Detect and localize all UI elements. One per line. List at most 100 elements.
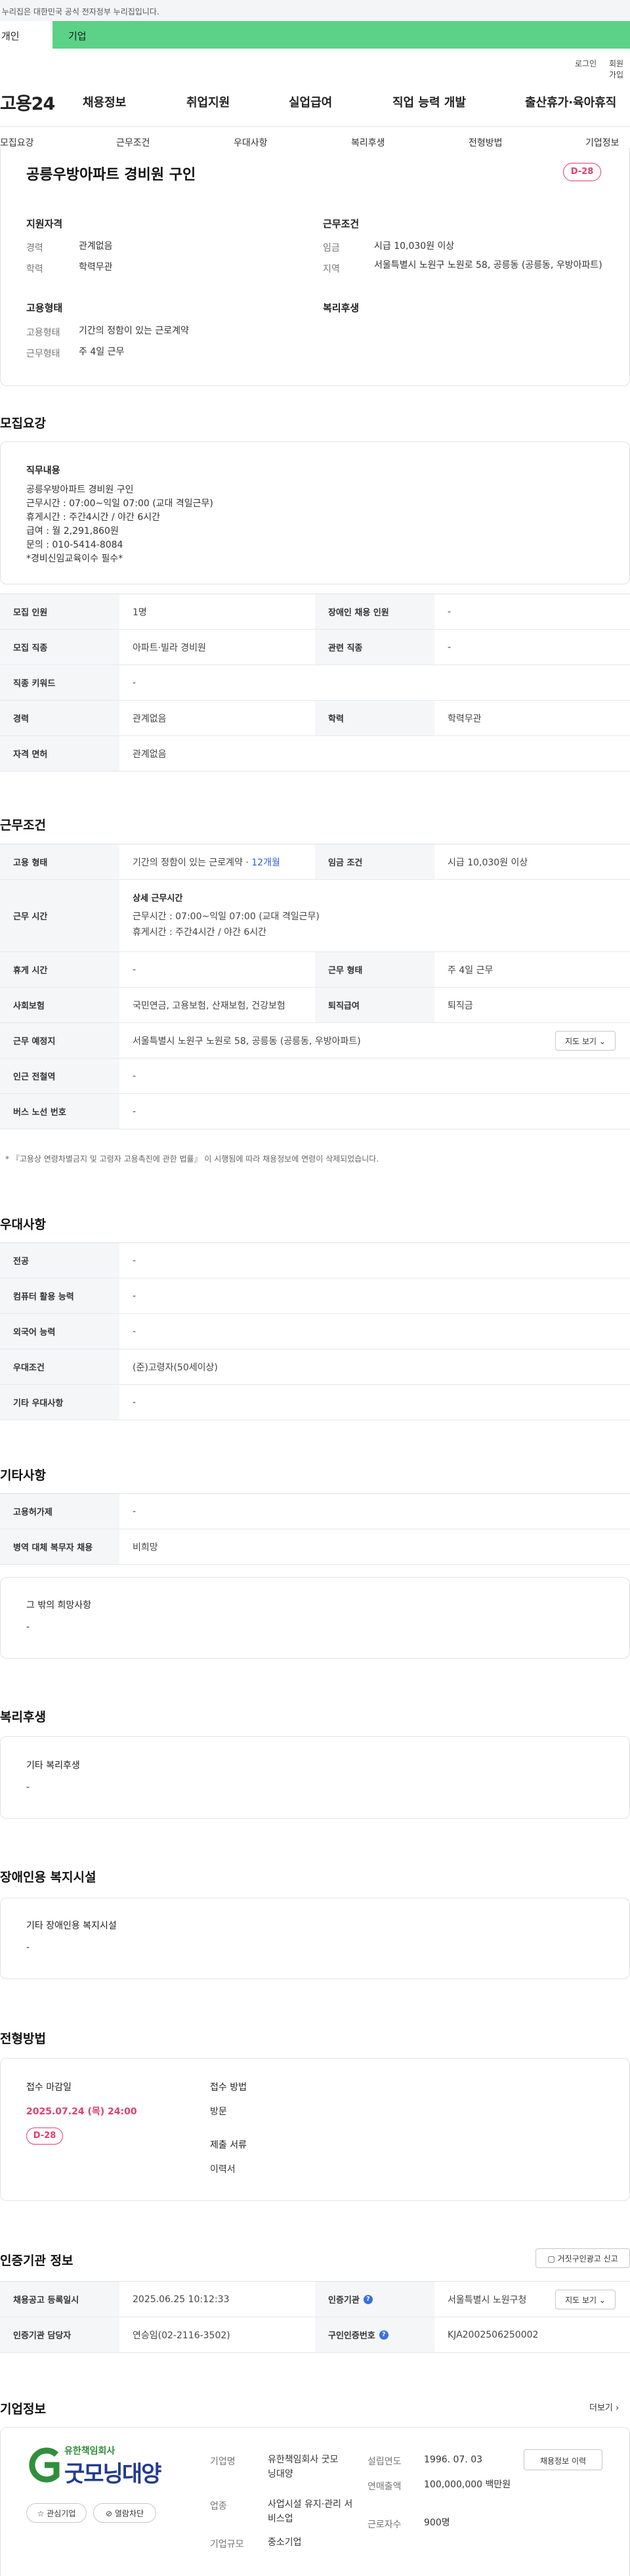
company-val-founded: 1996. 07. 03 <box>424 2455 483 2465</box>
site-logo[interactable]: 고용24 <box>0 89 55 115</box>
map-view-button[interactable]: 지도 보기 ⌄ <box>555 1031 616 1051</box>
cond-key-wage: 임금 <box>323 243 340 253</box>
disability-value: - <box>26 1942 30 1953</box>
dday-badge: D-28 <box>563 163 601 181</box>
duty-label: 직무내용 <box>26 466 60 476</box>
gnb-employment-support[interactable]: 취업지원 <box>186 93 230 110</box>
header-divider <box>0 126 630 127</box>
td-headcount: 1명 <box>133 607 147 618</box>
th-other-preference: 기타 우대사항 <box>0 1385 119 1420</box>
gnb-jobs[interactable]: 채용정보 <box>83 93 126 110</box>
th-work-hours: 근무 시간 <box>0 880 119 951</box>
td-computer: - <box>133 1290 136 1301</box>
cond-key-region: 지역 <box>323 264 340 274</box>
agency-map-button[interactable]: 지도 보기 ⌄ <box>555 2290 616 2309</box>
td-work-permit: - <box>133 1506 136 1517</box>
table-row: 사회보험 국민연금, 고용보험, 산재보험, 건강보험 퇴직급여 퇴직금 <box>0 988 630 1023</box>
favorite-company-button[interactable]: ☆ 관심기업 <box>26 2503 87 2523</box>
company-more-link[interactable]: 더보기 › <box>589 2401 619 2413</box>
selection-box <box>0 2058 630 2201</box>
company-key-employees: 근로자수 <box>368 2520 402 2530</box>
snav-welfare[interactable]: 복리후생 <box>351 136 385 149</box>
company-val-name: 유한책임회사 굿모닝대양 <box>268 2455 339 2479</box>
etc-section-title: 기타사항 <box>0 1468 46 1483</box>
deadline-label: 접수 마감일 <box>26 2082 72 2093</box>
td-work-place: 서울특별시 노원구 노원로 58, 공릉동 (공릉동, 우방아파트) <box>133 1036 361 1047</box>
work-table: 고용 형태 기간의 정함이 있는 근로계약 · 12개월 임금 조건 시급 10… <box>0 844 630 1129</box>
th-major: 전공 <box>0 1243 119 1278</box>
table-row: 직종 키워드 - <box>0 665 630 701</box>
cond-val-region: 서울특별시 노원구 노원로 58, 공릉동 (공릉동, 우방아파트) <box>374 260 602 271</box>
login-link[interactable]: 로그인 <box>575 58 597 69</box>
th-agency-manager: 인증기관 담당자 <box>0 2317 119 2352</box>
info-icon[interactable]: ? <box>363 2294 373 2304</box>
company-logo-main: 굿모닝대양 <box>64 2461 161 2487</box>
td-disabled-headcount: - <box>448 606 452 617</box>
agency-table: 채용공고 등록일시 2025.06.25 10:12:33 인증기관? 서울특별… <box>0 2281 630 2353</box>
emp-val-shape: 주 4일 근무 <box>79 347 125 357</box>
qual-key-education: 학력 <box>26 264 43 274</box>
company-key-size: 기업규모 <box>210 2539 244 2550</box>
td-career: 관계없음 <box>133 713 167 724</box>
hours-detail-label: 상세 근무시간 <box>133 894 183 904</box>
gnb-vocational-training[interactable]: 직업 능력 개발 <box>392 93 466 110</box>
welfare-heading: 복리후생 <box>323 302 360 314</box>
td-work-hours: 상세 근무시간 근무시간 : 07:00~익일 07:00 (교대 격일근무) … <box>119 880 630 951</box>
report-false-ad-label: 거짓구인광고 신고 <box>557 2254 618 2263</box>
snav-selection[interactable]: 전형방법 <box>469 136 503 149</box>
snav-recruit[interactable]: 모집요강 <box>0 136 34 149</box>
td-severance: 퇴직금 <box>448 1000 473 1011</box>
disability-section-title: 장애인용 복지시설 <box>0 1870 96 1885</box>
signup-link[interactable]: 회원가입 <box>609 58 630 80</box>
th-work-place: 근무 예정지 <box>0 1023 119 1058</box>
recruit-section-title: 모집요강 <box>0 416 46 431</box>
td-work-shape: 주 4일 근무 <box>448 965 494 976</box>
td-subway: - <box>133 1070 136 1081</box>
duty-text: 공릉우방아파트 경비원 구인 근무시간 : 07:00~익일 07:00 (교대… <box>26 485 213 564</box>
report-false-ad-button[interactable]: ▢ 거짓구인광고 신고 <box>536 2248 630 2268</box>
table-row: 경력 관계없음 학력 학력무관 <box>0 701 630 736</box>
td-agency-manager: 연승임(02-2116-3502) <box>133 2330 230 2341</box>
block-view-button[interactable]: ⊘ 열람차단 <box>93 2503 156 2523</box>
work-section-title: 근무조건 <box>0 818 46 833</box>
company-val-industry: 사업시설 유지·관리 서비스업 <box>268 2499 353 2524</box>
snav-work[interactable]: 근무조건 <box>116 136 150 149</box>
welfare-label: 기타 복리후생 <box>26 1760 80 1771</box>
gnb-parental-leave[interactable]: 출산휴가·육아휴직 <box>525 93 616 110</box>
chevron-down-icon: ⌄ <box>598 2296 606 2305</box>
agency-map-label: 지도 보기 <box>565 2296 597 2305</box>
table-row: 자격 면허 관계없음 <box>0 736 630 772</box>
age-law-note: * 『고용상 연령차별금지 및 고령자 고용촉진에 관한 법률』 이 시행됨에 … <box>5 1154 379 1164</box>
table-row: 우대조건 (준)고령자(50세이상) <box>0 1349 630 1385</box>
gnb-unemployment-benefit[interactable]: 실업급여 <box>289 93 332 110</box>
company-val-size: 중소기업 <box>268 2537 302 2548</box>
company-val-employees: 900명 <box>424 2518 450 2528</box>
snav-company[interactable]: 기업정보 <box>585 136 620 149</box>
etc-table: 고용허가제 - 병역 대체 복무자 채용 비희망 <box>0 1493 630 1565</box>
chevron-right-icon: › <box>616 2403 620 2413</box>
info-icon[interactable]: ? <box>379 2330 388 2340</box>
td-preferred-condition: (준)고령자(50세이상) <box>133 1362 218 1373</box>
td-other-preference: - <box>133 1397 136 1408</box>
table-row: 근무 시간 상세 근무시간 근무시간 : 07:00~익일 07:00 (교대 … <box>0 880 630 952</box>
td-employment-type: 기간의 정함이 있는 근로계약 · 12개월 <box>119 844 315 879</box>
td-rest-time: - <box>133 964 136 975</box>
cond-val-wage: 시급 10,030원 이상 <box>374 241 455 251</box>
th-work-permit: 고용허가제 <box>0 1494 119 1529</box>
th-posted-at: 채용공고 등록일시 <box>0 2282 119 2317</box>
td-wage: 시급 10,030원 이상 <box>448 857 528 868</box>
job-history-button[interactable]: 채용정보 이력 <box>524 2449 602 2470</box>
snav-preference[interactable]: 우대사항 <box>234 136 268 149</box>
company-more-label: 더보기 <box>589 2403 613 2413</box>
hours-line-2: 휴게시간 : 주간4시간 / 야간 6시간 <box>133 927 267 938</box>
tab-personal[interactable]: 개인 <box>0 21 52 49</box>
tab-company[interactable]: 기업 <box>68 21 87 49</box>
company-key-founded: 설립연도 <box>368 2456 402 2467</box>
company-logo-icon <box>29 2447 60 2483</box>
table-row: 고용 형태 기간의 정함이 있는 근로계약 · 12개월 임금 조건 시급 10… <box>0 844 630 880</box>
th-job-category: 모집 직종 <box>0 630 119 665</box>
th-keyword: 직종 키워드 <box>0 665 119 700</box>
gov-banner-text: 이 누리집은 대한민국 공식 전자정부 누리집입니다. <box>0 7 159 16</box>
map-view-label: 지도 보기 <box>565 1037 597 1046</box>
table-row: 전공 - <box>0 1243 630 1278</box>
